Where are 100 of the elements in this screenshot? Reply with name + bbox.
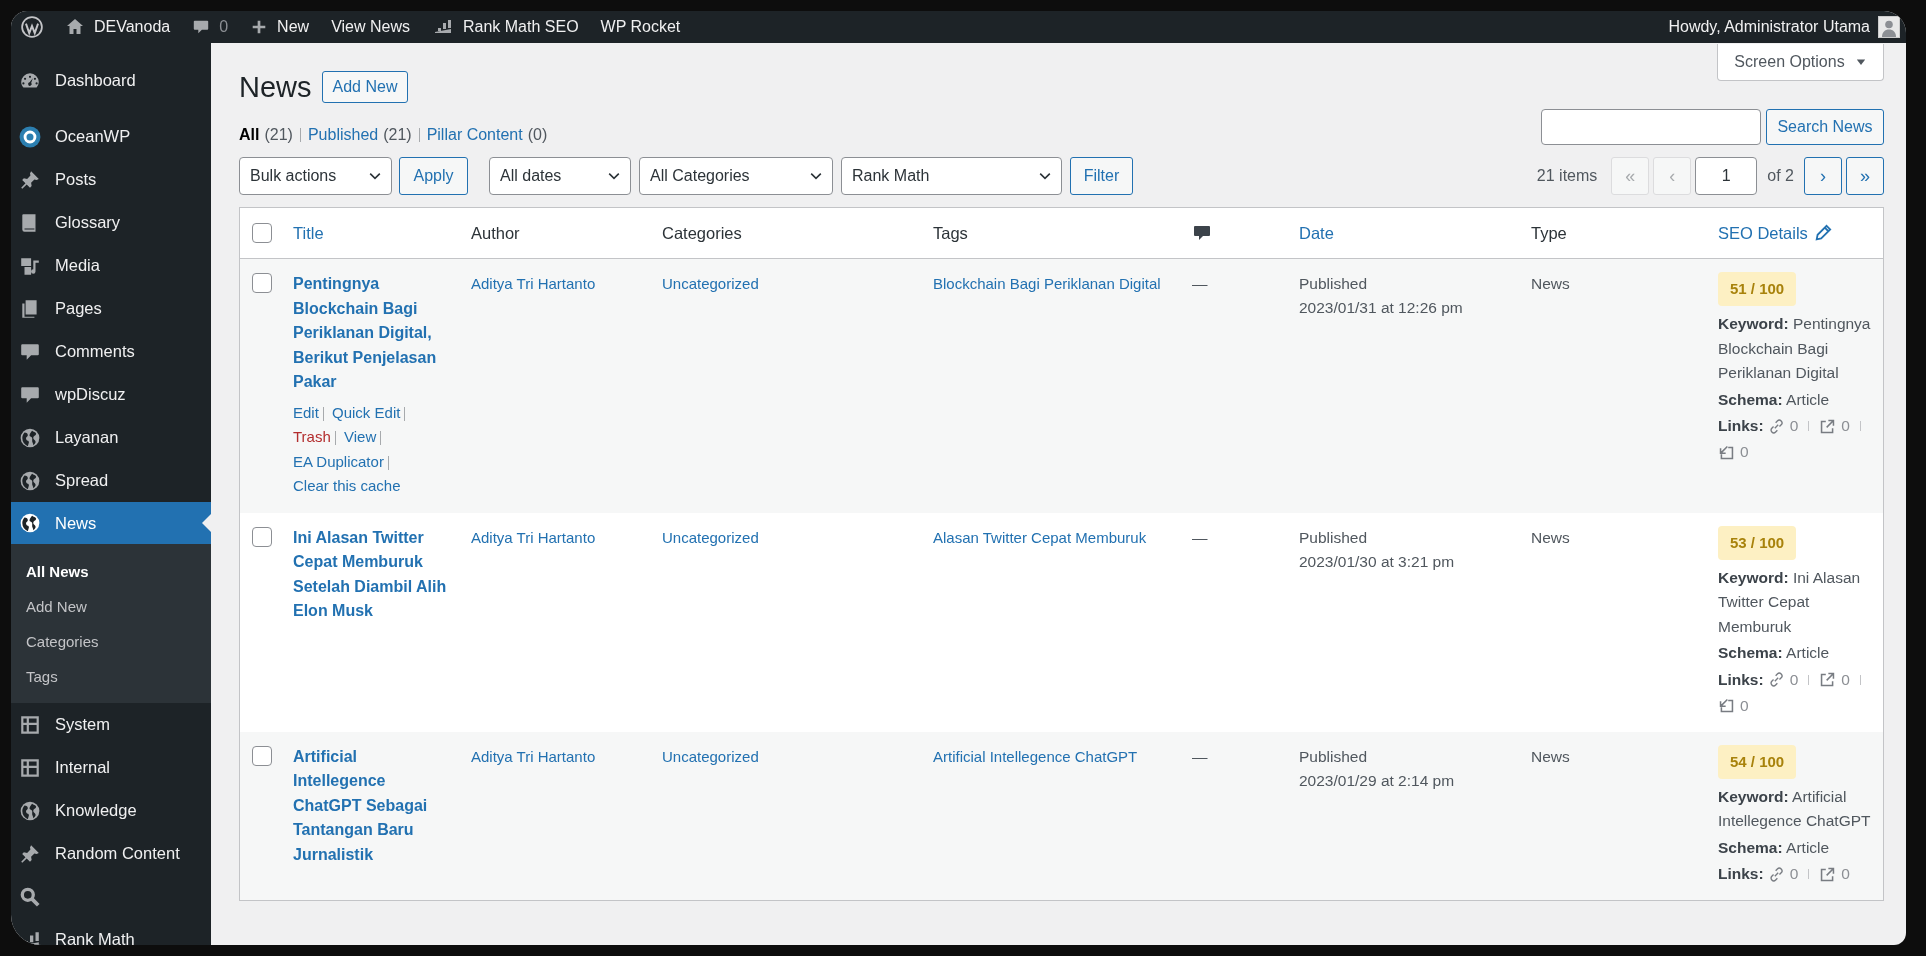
category-link[interactable]: Uncategorized [662, 525, 759, 550]
comments-link[interactable]: 0 [192, 18, 229, 36]
row-action-link[interactable]: Trash [293, 428, 331, 445]
seo-score-badge: 53 / 100 [1718, 525, 1797, 560]
link-count: 0 [1789, 864, 1799, 884]
checkbox[interactable] [252, 223, 272, 243]
globe-icon [19, 512, 41, 534]
row-action-link[interactable]: EA Duplicator [293, 452, 384, 470]
dropdown[interactable]: Rank Math [841, 157, 1062, 195]
row-action-link[interactable]: Clear this cache [293, 477, 401, 494]
post-title-link[interactable]: Artificial Intellegence ChatGPT Sebagai Tantangan Baru Jurnalistik [293, 744, 447, 867]
row-action-link[interactable]: Quick Edit [332, 403, 401, 421]
sidebar-item[interactable]: Rank Math [11, 918, 211, 945]
sidebar-item[interactable]: Spread [11, 459, 211, 502]
search-button[interactable]: Search News [1766, 109, 1884, 145]
category-link[interactable]: Uncategorized [662, 744, 759, 769]
sidebar-item[interactable]: wpDiscuz [11, 373, 211, 416]
post-date: 2023/01/29 at 2:14 pm [1299, 770, 1455, 791]
row-action-link[interactable]: View [343, 428, 377, 445]
sidebar-item[interactable]: Pages [11, 287, 211, 330]
sidebar-item[interactable]: OceanWP [11, 115, 211, 158]
post-status: Published [1299, 746, 1368, 767]
sidebar-item[interactable]: Layanan [11, 416, 211, 459]
links-label: Links: [1718, 864, 1764, 884]
speech-bubble-icon [1192, 223, 1212, 243]
link-count: 0 [1841, 669, 1850, 690]
link-count: 0 [1740, 442, 1749, 462]
page-number-field[interactable]: 1 [1695, 157, 1758, 195]
page-title: News [239, 71, 312, 103]
post-title-link[interactable]: Pentingnya Blockchain Bagi Periklanan Digital, Berikut Penjelasan Pakar [293, 272, 447, 395]
link-count: 0 [1841, 416, 1850, 436]
row-action-link[interactable]: Edit [293, 403, 319, 421]
checkbox[interactable] [252, 526, 272, 547]
sidebar-item[interactable]: Knowledge [11, 789, 211, 832]
rank-math-link[interactable]: Rank Math SEO [431, 17, 579, 37]
view-filter-link[interactable]: Published [307, 126, 379, 144]
wp-rocket-link[interactable]: WP Rocket [600, 18, 681, 36]
external-link-icon [1819, 671, 1837, 688]
wordpress-logo[interactable] [21, 16, 43, 38]
link-icon [1767, 865, 1785, 883]
schema-text: Schema: Article [1718, 389, 1831, 410]
globe-icon [19, 469, 41, 492]
account-link[interactable]: Howdy, Administrator Utama [1668, 16, 1900, 38]
keyword-text: Keyword: Pentingnya Blockchain Bagi Periklanan Digital [1718, 314, 1871, 383]
apply-button[interactable]: Apply [399, 157, 468, 195]
post-title-link[interactable]: Ini Alasan Twitter Cepat Memburuk Setelah Diambil Alih Elon Musk [293, 525, 447, 624]
sidebar-item[interactable]: Dashboard [11, 59, 211, 102]
site-name-link[interactable]: DEVanoda [65, 17, 171, 37]
search-field[interactable] [1541, 109, 1761, 145]
post-date: 2023/01/31 at 12:26 pm [1299, 298, 1463, 318]
sidebar-item[interactable]: Comments [11, 330, 211, 373]
submenu-item[interactable]: Add New [11, 589, 93, 624]
author-link[interactable]: Aditya Tri Hartanto [471, 525, 596, 550]
column-sort-link[interactable]: Date [1299, 223, 1334, 243]
sidebar-item[interactable]: Media [11, 244, 211, 287]
sidebar-item[interactable]: Posts [11, 158, 211, 201]
link-icon [1767, 417, 1785, 435]
view-filter-link[interactable]: All [239, 126, 260, 144]
external-link-icon [1819, 417, 1837, 435]
incoming-link-icon [1718, 443, 1735, 461]
table-icon [19, 756, 41, 779]
links-label: Links: [1718, 669, 1764, 690]
dropdown[interactable]: All dates [489, 157, 631, 195]
ring-icon [19, 125, 41, 148]
column-sort-link[interactable]: Title [293, 223, 324, 243]
add-new-button[interactable]: Add New [321, 71, 409, 103]
tag-link[interactable]: Alasan Twitter Cepat Memburuk [933, 525, 1147, 550]
post-type: News [1531, 528, 1570, 546]
author-link[interactable]: Aditya Tri Hartanto [471, 744, 596, 769]
logo-icon [21, 16, 43, 38]
column-sort-link[interactable]: SEO Details [1718, 223, 1808, 243]
speech-bubble-icon [192, 18, 211, 36]
sidebar-item[interactable]: News [11, 502, 211, 544]
new-link[interactable]: New [250, 18, 310, 36]
submenu-item[interactable]: Categories [11, 624, 105, 659]
checkbox[interactable] [252, 273, 272, 293]
category-link[interactable]: Uncategorized [662, 272, 759, 296]
post-status: Published [1299, 274, 1368, 294]
view-link[interactable]: View News [331, 18, 410, 36]
dropdown[interactable]: All Categories [639, 157, 833, 195]
author-link[interactable]: Aditya Tri Hartanto [471, 272, 596, 296]
view-filter-link[interactable]: Pillar Content [426, 126, 523, 144]
link-count: 0 [1789, 416, 1799, 436]
sidebar-item[interactable]: Random Content [11, 832, 211, 875]
comment-count: — [1192, 275, 1208, 292]
checkbox[interactable] [252, 745, 272, 766]
tag-link[interactable]: Blockchain Bagi Periklanan Digital [933, 272, 1161, 296]
sidebar-item[interactable]: Glossary [11, 201, 211, 244]
page-button[interactable]: » [1846, 157, 1884, 195]
tag-link[interactable]: Artificial Intellegence ChatGPT [933, 744, 1138, 769]
sidebar-item[interactable]: System [11, 703, 211, 746]
comment-count: — [1192, 528, 1208, 546]
dropdown[interactable]: Bulk actions [239, 157, 392, 195]
screen-options-button[interactable]: Screen Options [1717, 44, 1884, 81]
submenu-item[interactable]: All News [11, 554, 95, 589]
column-header: Author [471, 223, 520, 243]
submenu-item[interactable]: Tags [11, 659, 64, 694]
sidebar-item[interactable]: Internal [11, 746, 211, 789]
page-button[interactable]: › [1804, 157, 1842, 195]
filter-button[interactable]: Filter [1070, 157, 1133, 195]
